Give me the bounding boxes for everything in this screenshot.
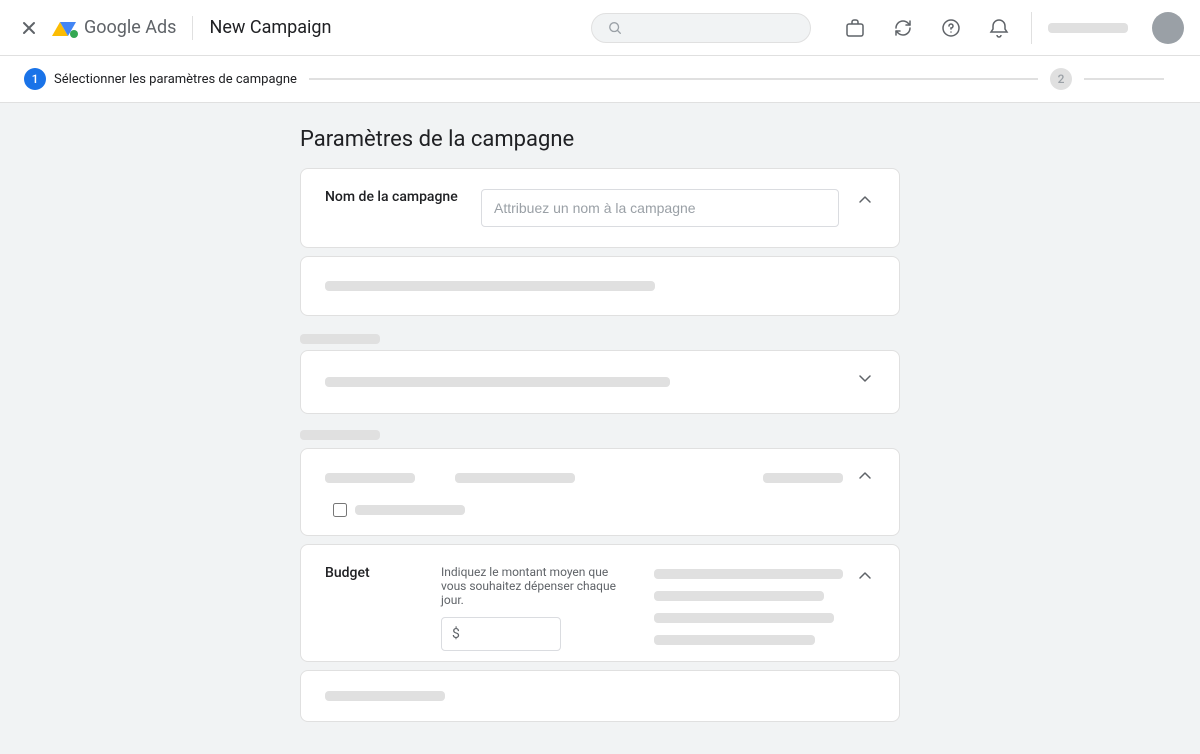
- header-icon-divider: [1031, 12, 1032, 44]
- campaign-name-collapse-button[interactable]: [855, 189, 875, 215]
- step-2-line: [1084, 78, 1164, 80]
- checkbox-row: [325, 501, 875, 519]
- campaign-name-card-header: Nom de la campagne: [301, 169, 899, 247]
- budget-card: Budget Indiquez le montant moyen que vou…: [300, 544, 900, 662]
- stepper: 1 Sélectionner les paramètres de campagn…: [0, 56, 1200, 103]
- dropdown-skeleton-line: [325, 377, 670, 387]
- dropdown-card: [300, 350, 900, 414]
- header-icons: [839, 12, 1184, 44]
- campaign-name-input[interactable]: [481, 189, 839, 227]
- budget-text-lines: [654, 565, 843, 649]
- campaign-name-card: Nom de la campagne: [300, 168, 900, 248]
- step-2-circle: 2: [1050, 68, 1072, 90]
- extra-line-1: [325, 473, 415, 483]
- main-content: Paramètres de la campagne Nom de la camp…: [0, 103, 1200, 754]
- extra-line-2: [455, 473, 575, 483]
- section-separator-line-2: [300, 430, 380, 440]
- page-title: New Campaign: [209, 17, 331, 38]
- extra-line-3: [763, 473, 843, 483]
- content-wrapper: Paramètres de la campagne Nom de la camp…: [300, 127, 900, 730]
- header-left: Google Ads New Campaign: [16, 14, 331, 42]
- skeleton-card-1-content: [325, 277, 875, 295]
- extra-checkbox[interactable]: [333, 503, 347, 517]
- budget-currency-symbol: $: [452, 626, 460, 642]
- header-vertical-divider: [192, 16, 193, 40]
- extra-card-row: [325, 465, 875, 491]
- dropdown-card-content: [325, 373, 855, 391]
- step-2: 2: [1050, 68, 1072, 90]
- step-connector: [309, 78, 1038, 80]
- budget-input-wrapper: $: [441, 617, 561, 651]
- step-1-circle: 1: [24, 68, 46, 90]
- checkbox-label-line: [355, 505, 465, 515]
- extra-col-2: [455, 469, 575, 487]
- search-input[interactable]: [630, 20, 794, 36]
- bottom-card: [300, 670, 900, 722]
- extra-col-1: [325, 469, 415, 487]
- account-line: [1048, 23, 1128, 33]
- section-separator-line: [300, 334, 380, 344]
- google-ads-logo: Google Ads: [50, 14, 176, 42]
- briefcase-button[interactable]: [839, 12, 871, 44]
- bell-button[interactable]: [983, 12, 1015, 44]
- step-1-label: Sélectionner les paramètres de campagne: [54, 72, 297, 87]
- budget-label: Budget: [325, 565, 425, 581]
- help-button[interactable]: [935, 12, 967, 44]
- budget-text-line-1: [654, 569, 843, 579]
- skeleton-line-1: [325, 281, 655, 291]
- section-title: Paramètres de la campagne: [300, 127, 900, 152]
- budget-collapse-button[interactable]: [855, 565, 875, 591]
- budget-card-content: Indiquez le montant moyen que vous souha…: [441, 565, 630, 651]
- section-gap: [300, 324, 900, 350]
- budget-card-header: Budget Indiquez le montant moyen que vou…: [301, 545, 899, 661]
- extra-card-collapse-button[interactable]: [855, 465, 875, 491]
- dropdown-card-header: [301, 351, 899, 413]
- close-button[interactable]: [16, 15, 42, 41]
- search-icon: [608, 20, 622, 36]
- app-header: Google Ads New Campaign: [0, 0, 1200, 56]
- refresh-button[interactable]: [887, 12, 919, 44]
- budget-text-line-3: [654, 613, 834, 623]
- extra-col-3: [615, 469, 843, 487]
- budget-text-line-4: [654, 635, 815, 645]
- bottom-line: [325, 691, 445, 701]
- avatar[interactable]: [1152, 12, 1184, 44]
- search-bar: [591, 13, 811, 43]
- app-name-text: Google Ads: [84, 17, 176, 38]
- budget-description: Indiquez le montant moyen que vous souha…: [441, 565, 630, 607]
- budget-amount-input[interactable]: [464, 626, 544, 642]
- step-1: 1 Sélectionner les paramètres de campagn…: [24, 68, 297, 90]
- skeleton-card-1: [300, 256, 900, 316]
- campaign-name-label: Nom de la campagne: [325, 189, 465, 205]
- extra-card: [300, 448, 900, 536]
- dropdown-expand-button[interactable]: [855, 369, 875, 395]
- campaign-name-input-wrapper: [481, 189, 839, 227]
- budget-right-content: [654, 565, 843, 649]
- section-gap-2: [300, 422, 900, 448]
- google-ads-logo-icon: [50, 14, 78, 42]
